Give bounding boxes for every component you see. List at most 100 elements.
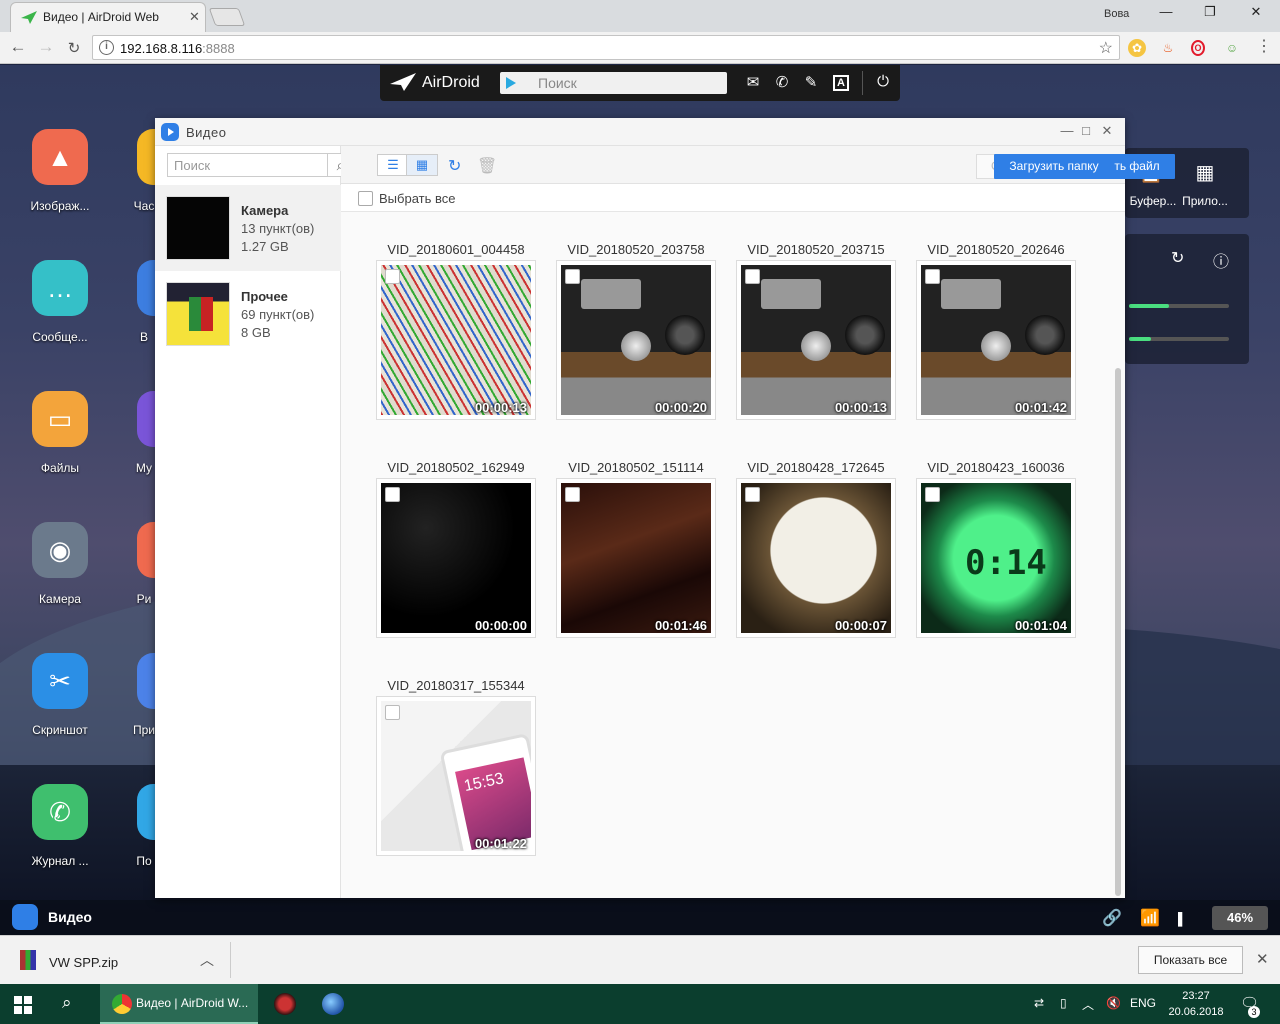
- download-shelf: VW SPP.zip ︿ Показать все ✕: [0, 935, 1280, 984]
- video-app-icon[interactable]: [12, 904, 38, 930]
- pencil-icon[interactable]: ✎: [800, 73, 822, 93]
- grid-view-button[interactable]: ▦: [406, 154, 438, 176]
- taskbar-globe-icon[interactable]: [322, 993, 344, 1015]
- video-checkbox[interactable]: [925, 269, 940, 284]
- info-icon[interactable]: i: [99, 40, 114, 55]
- close-shelf-icon[interactable]: ✕: [1256, 950, 1269, 968]
- download-file-name[interactable]: VW SPP.zip: [49, 955, 118, 970]
- search-icon[interactable]: ⌕: [62, 993, 72, 1013]
- chevron-up-icon[interactable]: ︿: [200, 950, 214, 970]
- airdroid-favicon-icon: [21, 11, 37, 24]
- info-circle-icon[interactable]: ⓘ: [1213, 248, 1229, 272]
- window-close-button[interactable]: ✕: [1099, 123, 1115, 139]
- address-bar[interactable]: i 192.168.8.116:8888 ☆: [92, 35, 1120, 60]
- taskbar-app-red-icon[interactable]: [274, 993, 296, 1015]
- extension-flower-icon[interactable]: ✿: [1128, 39, 1146, 57]
- window-maximize-button[interactable]: □: [1078, 123, 1094, 138]
- album-item-camera[interactable]: Камера 13 пункт(ов) 1.27 GB: [155, 185, 341, 271]
- camera-icon[interactable]: ◉: [32, 522, 88, 578]
- video-card[interactable]: 00:00:13: [376, 260, 536, 420]
- video-card[interactable]: 00:00:07: [736, 478, 896, 638]
- upload-folder-button[interactable]: Загрузить папку: [994, 154, 1114, 179]
- video-checkbox[interactable]: [565, 269, 580, 284]
- window-titlebar[interactable]: Видео — □ ✕: [155, 118, 1125, 146]
- video-checkbox[interactable]: [385, 269, 400, 284]
- opera-icon[interactable]: O: [1191, 40, 1205, 56]
- reload-button[interactable]: ↻: [62, 39, 86, 57]
- video-title: VID_20180502_151114: [568, 460, 704, 475]
- browser-tab[interactable]: Видео | AirDroid Web ✕: [10, 2, 206, 32]
- profile-name[interactable]: Вова: [1104, 8, 1129, 20]
- usb-tray-icon[interactable]: ▯: [1060, 996, 1067, 1010]
- windows-start-icon[interactable]: [14, 996, 32, 1014]
- volume-muted-icon[interactable]: 🔇: [1106, 996, 1121, 1010]
- new-tab-button[interactable]: [208, 8, 246, 26]
- device-status-panel: ↻ ⓘ: [1125, 234, 1249, 364]
- album-search-input[interactable]: Поиск ⌕: [167, 153, 354, 177]
- video-card[interactable]: 00:00:13: [736, 260, 896, 420]
- video-thumbnail: [921, 265, 1071, 415]
- list-view-button[interactable]: ☰: [377, 154, 409, 176]
- select-all-checkbox[interactable]: [358, 191, 373, 206]
- language-indicator[interactable]: ENG: [1130, 996, 1156, 1010]
- message-icon[interactable]: …: [32, 260, 88, 316]
- mail-icon[interactable]: ✉: [742, 73, 764, 93]
- teamviewer-tray-icon[interactable]: ⇄: [1034, 996, 1044, 1010]
- taskbar-chrome-window[interactable]: Видео | AirDroid W...: [100, 984, 258, 1024]
- phone-time-text: 15:53: [462, 770, 506, 796]
- maximize-button[interactable]: ❐: [1190, 4, 1230, 26]
- memory-bar: [1129, 337, 1229, 341]
- video-card[interactable]: 00:01:46: [556, 478, 716, 638]
- video-checkbox[interactable]: [385, 487, 400, 502]
- extension-fire-icon[interactable]: ♨: [1159, 39, 1177, 57]
- back-button[interactable]: ←: [6, 37, 30, 57]
- chrome-icon: [112, 994, 132, 1014]
- video-checkbox[interactable]: [745, 487, 760, 502]
- image-icon[interactable]: ▲: [32, 129, 88, 185]
- apps-box-icon[interactable]: ▦: [1191, 160, 1219, 188]
- clipboard-label[interactable]: Буфер...: [1125, 194, 1181, 208]
- video-card[interactable]: 00:00:00: [376, 478, 536, 638]
- video-card[interactable]: 00:00:20: [556, 260, 716, 420]
- active-app-name[interactable]: Видео: [48, 909, 92, 925]
- video-checkbox[interactable]: [385, 705, 400, 720]
- chevron-up-icon[interactable]: ︿: [1082, 996, 1094, 1013]
- radio-panel: [761, 279, 821, 309]
- scrollbar[interactable]: [1115, 368, 1121, 896]
- album-thumbnail: [166, 196, 230, 260]
- video-checkbox[interactable]: [745, 269, 760, 284]
- system-clock[interactable]: 23:27 20.06.2018: [1168, 988, 1224, 1020]
- album-item-other[interactable]: Прочее 69 пункт(ов) 8 GB: [155, 271, 341, 357]
- refresh-icon[interactable]: ↻: [1171, 248, 1184, 268]
- video-title: VID_20180502_162949: [387, 460, 525, 475]
- show-all-button[interactable]: Показать все: [1138, 946, 1243, 974]
- video-checkbox[interactable]: [925, 487, 940, 502]
- phone-icon[interactable]: ✆: [771, 73, 793, 93]
- link-icon[interactable]: 🔗: [1102, 908, 1122, 928]
- divider: [230, 942, 231, 978]
- refresh-icon[interactable]: ↻: [448, 156, 461, 176]
- phone-icon[interactable]: ✆: [32, 784, 88, 840]
- url-text: 192.168.8.116:8888: [120, 41, 235, 56]
- video-card[interactable]: 0:14 00:01:04: [916, 478, 1076, 638]
- video-card[interactable]: 15:53 00:01:22: [376, 696, 536, 856]
- select-all-label[interactable]: Выбрать все: [379, 191, 455, 206]
- airdroid-search-input[interactable]: Поиск: [500, 72, 727, 94]
- trash-icon[interactable]: 🗑: [477, 156, 497, 176]
- apps-label[interactable]: Прило...: [1177, 194, 1233, 208]
- close-window-button[interactable]: ✕: [1236, 4, 1276, 26]
- extension-android-icon[interactable]: ☺: [1223, 39, 1241, 57]
- bookmark-star-icon[interactable]: ☆: [1099, 38, 1113, 58]
- browser-menu-icon[interactable]: ⋮: [1256, 36, 1272, 56]
- video-checkbox[interactable]: [565, 487, 580, 502]
- folder-icon[interactable]: ▭: [32, 391, 88, 447]
- text-a-icon[interactable]: A: [833, 75, 849, 91]
- minimize-button[interactable]: —: [1146, 4, 1186, 26]
- video-duration: 00:01:42: [1014, 400, 1067, 415]
- power-icon[interactable]: ⏻: [872, 73, 894, 93]
- scissors-icon[interactable]: ✂: [32, 653, 88, 709]
- tab-close-icon[interactable]: ✕: [189, 9, 200, 25]
- window-minimize-button[interactable]: —: [1059, 123, 1075, 138]
- forward-button[interactable]: →: [34, 37, 58, 57]
- video-card[interactable]: 00:01:42: [916, 260, 1076, 420]
